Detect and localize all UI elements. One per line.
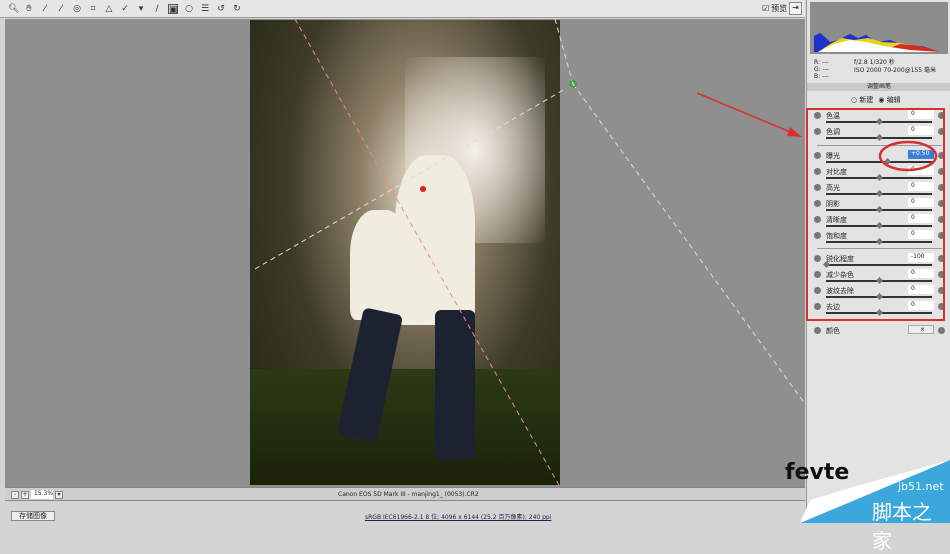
- annotation-box: [806, 108, 945, 321]
- minus-icon[interactable]: [814, 327, 821, 334]
- color-sampler-tool-icon[interactable]: ⁄: [56, 4, 66, 14]
- canvas-status-bar: - + 15.3% ▾ Canon EOS 5D Mark III - manj…: [5, 487, 805, 501]
- iso-info: ISO 2000 70-200@155 毫米: [854, 67, 936, 74]
- fullscreen-button[interactable]: ⇥: [789, 2, 802, 15]
- watermark-brand: fevte: [785, 460, 850, 485]
- radio-edit-label: 编辑: [886, 96, 901, 104]
- save-image-button[interactable]: 存储图像: [11, 511, 55, 521]
- color-row: 颜色 ⨯: [810, 325, 948, 341]
- panel-title: 调整画笔: [807, 83, 950, 91]
- gradient-filter-overlay[interactable]: [5, 19, 805, 487]
- gradient-handle-red: [420, 186, 426, 192]
- preview-label: 预览: [771, 4, 788, 13]
- watermark-site: jb51.net: [898, 480, 944, 493]
- red-eye-tool-icon[interactable]: ▾: [136, 4, 146, 14]
- watermark-site-cn: 脚本之家: [872, 500, 932, 553]
- hand-tool-icon[interactable]: ✋︎: [24, 4, 34, 14]
- white-balance-tool-icon[interactable]: ⁄: [40, 4, 50, 14]
- r-readout: R: ---: [814, 59, 829, 66]
- zoom-in-button[interactable]: +: [21, 490, 29, 499]
- radio-new[interactable]: ○ 新建: [851, 95, 873, 105]
- rotate-right-icon[interactable]: ↻: [232, 4, 242, 14]
- radio-new-label: 新建: [859, 96, 874, 104]
- g-readout: G: ---: [814, 66, 830, 73]
- zoom-level[interactable]: 15.3%: [31, 490, 53, 499]
- zoom-dropdown-icon[interactable]: ▾: [55, 490, 63, 499]
- preview-checkbox[interactable]: ☑ 预览: [762, 3, 787, 14]
- preferences-icon[interactable]: ☰: [200, 4, 210, 14]
- watermark: fevte jb51.net 脚本之家: [780, 460, 950, 553]
- toolbar: 🔍︎ ✋︎ ⁄ ⁄ ◎ ⌗ △ ✓ ▾ / ▣ ○ ☰ ↺ ↻ ☑ 预览 ⇥: [0, 0, 805, 18]
- plus-icon[interactable]: [938, 327, 945, 334]
- image-canvas[interactable]: [5, 19, 805, 487]
- target-adjustment-tool-icon[interactable]: ◎: [72, 4, 82, 14]
- straighten-tool-icon[interactable]: △: [104, 4, 114, 14]
- graduated-filter-icon[interactable]: ▣: [168, 3, 178, 15]
- color-swatch[interactable]: ⨯: [908, 325, 934, 334]
- histogram: [810, 2, 948, 54]
- zoom-tool-icon[interactable]: 🔍︎: [8, 4, 19, 14]
- b-readout: B: ---: [814, 73, 829, 80]
- color-label: 颜色: [826, 327, 840, 335]
- checkbox-icon: ☑: [762, 4, 770, 13]
- workflow-options-link[interactable]: sRGB IEC61966-2.1 8 位; 4096 x 6144 (25.2…: [365, 512, 551, 521]
- adjustment-brush-icon[interactable]: /: [152, 4, 162, 14]
- radial-filter-icon[interactable]: ○: [184, 4, 194, 14]
- rotate-left-icon[interactable]: ↺: [216, 4, 226, 14]
- crop-tool-icon[interactable]: ⌗: [88, 4, 98, 14]
- exposure-info: f/2.8 1/320 秒: [854, 59, 895, 66]
- spot-removal-tool-icon[interactable]: ✓: [120, 4, 130, 14]
- filename: Canon EOS 5D Mark III - manjing1_ (0053)…: [338, 491, 479, 498]
- zoom-out-button[interactable]: -: [11, 490, 19, 499]
- radio-edit[interactable]: ◉ 编辑: [878, 95, 900, 105]
- image-info: R: --- G: --- B: --- f/2.8 1/320 秒 ISO 2000…: [810, 56, 948, 80]
